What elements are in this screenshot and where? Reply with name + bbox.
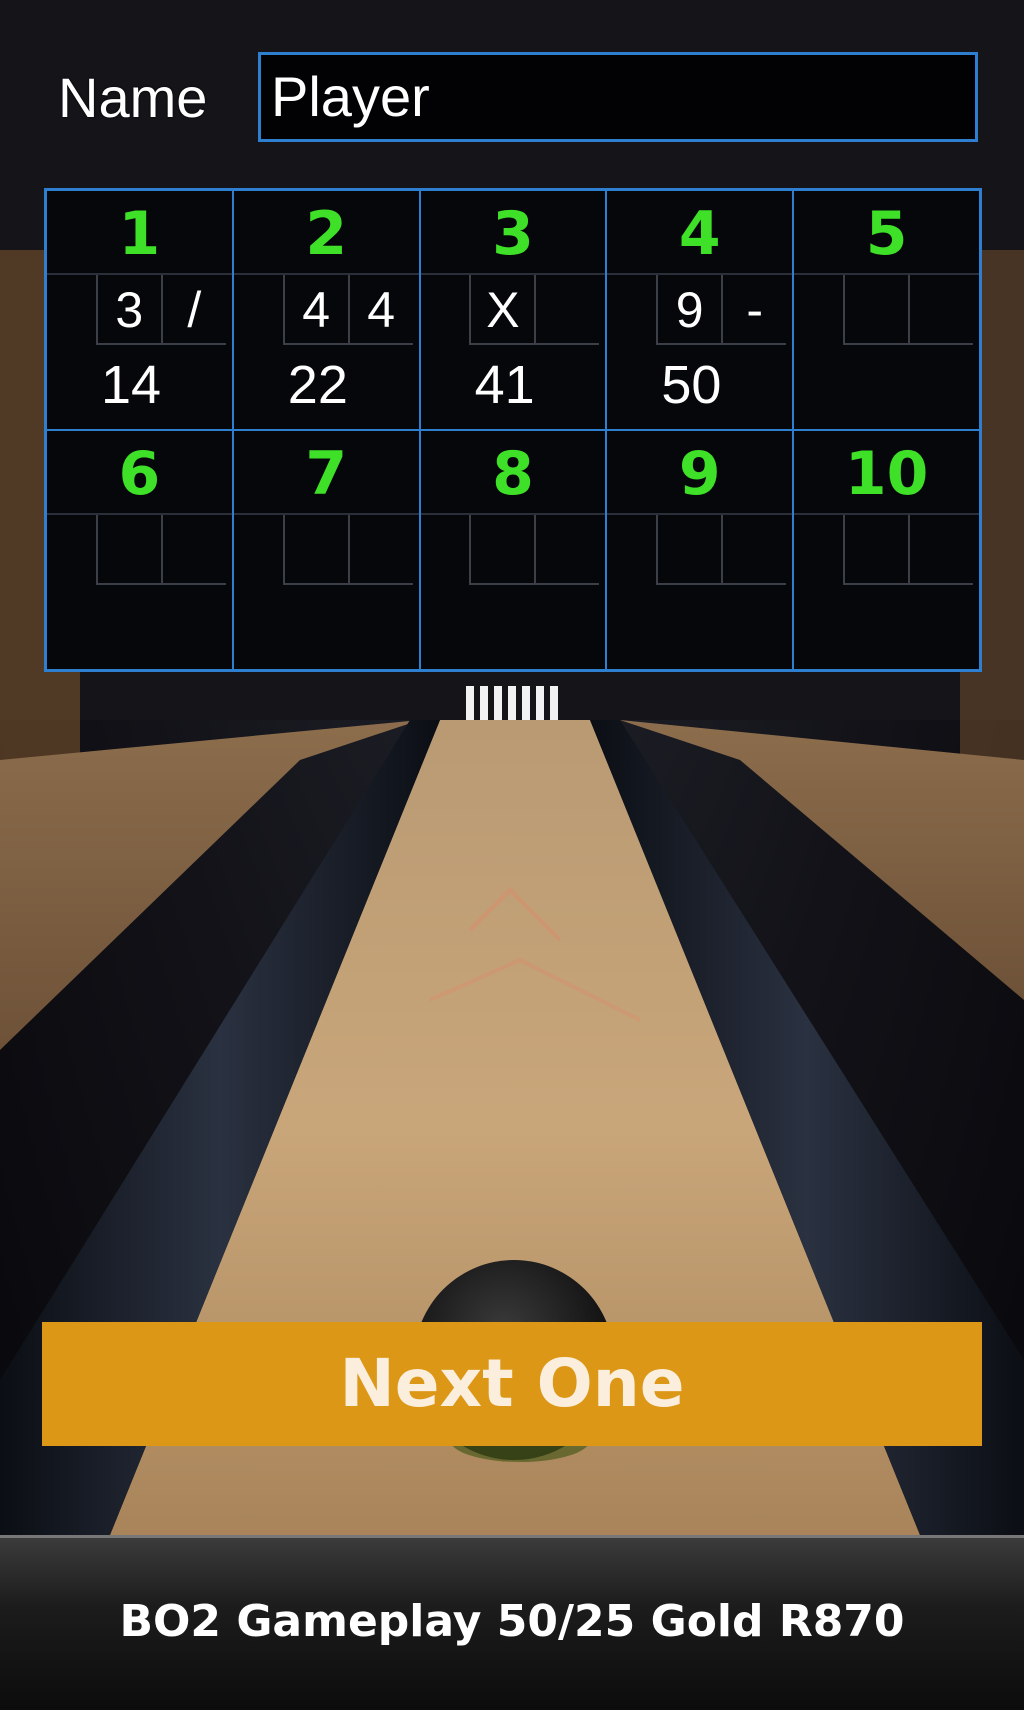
frame-number: 5 xyxy=(794,191,979,275)
scoreboard: 1 3/14 2 4 4 22 3 X 41 4 9-50 5 6 7 8 9 10 xyxy=(44,188,982,672)
player-name-field[interactable]: Player xyxy=(258,52,978,142)
roll-boxes: 44 xyxy=(282,275,413,345)
roll-boxes xyxy=(843,275,973,345)
frame-number: 10 xyxy=(794,431,979,515)
first-roll-box xyxy=(95,515,161,585)
frame-5: 5 xyxy=(793,190,980,430)
second-roll-box: / xyxy=(160,275,226,345)
second-roll-box xyxy=(721,515,787,585)
first-roll-box: X xyxy=(469,275,535,345)
second-roll-box xyxy=(534,515,600,585)
second-roll-box xyxy=(160,515,226,585)
first-roll-box: 4 xyxy=(282,275,348,345)
first-roll-box: 3 xyxy=(95,275,161,345)
frame-10: 10 xyxy=(793,430,980,670)
roll-boxes: 9- xyxy=(656,275,787,345)
frame-6: 6 xyxy=(46,430,233,670)
roll-boxes xyxy=(843,515,973,585)
roll-boxes: X xyxy=(469,275,600,345)
name-label: Name xyxy=(58,66,208,129)
bottom-bar[interactable]: BO2 Gameplay 50/25 Gold R870 xyxy=(0,1535,1024,1710)
frame-number: 1 xyxy=(47,191,232,275)
roll-boxes xyxy=(469,515,600,585)
frame-1: 1 3/14 xyxy=(46,190,233,430)
first-roll-box: 9 xyxy=(656,275,722,345)
frame-number: 9 xyxy=(607,431,793,515)
frame-7: 7 xyxy=(232,430,420,670)
frame-2: 2 4 4 22 xyxy=(232,190,420,430)
frame-number: 7 xyxy=(233,431,419,515)
second-roll-box xyxy=(347,515,413,585)
first-roll-box xyxy=(469,515,535,585)
frame-number: 8 xyxy=(420,431,606,515)
frame-number: 4 xyxy=(607,191,793,275)
frame-8: 8 xyxy=(419,430,607,670)
frame-number: 3 xyxy=(420,191,606,275)
frame-total: 22 xyxy=(287,355,348,415)
bottom-bar-text: BO2 Gameplay 50/25 Gold R870 xyxy=(119,1596,905,1647)
roll-boxes xyxy=(282,515,413,585)
frame-9: 9 xyxy=(606,430,794,670)
second-roll-box: - xyxy=(721,275,787,345)
frame-4: 4 9- 50 xyxy=(606,190,794,430)
roll-boxes xyxy=(95,515,226,585)
frame-number: 6 xyxy=(47,431,232,515)
second-roll-box xyxy=(908,275,973,345)
frame-total: 50 xyxy=(661,355,722,415)
frame-total: 14 xyxy=(101,355,162,415)
next-one-button[interactable]: Next One xyxy=(42,1322,982,1446)
roll-boxes: 3/ xyxy=(95,275,226,345)
first-roll-box xyxy=(656,515,722,585)
frame-total: 41 xyxy=(474,355,535,415)
first-roll-box xyxy=(282,515,348,585)
frame-number: 2 xyxy=(233,191,419,275)
first-roll-box xyxy=(843,515,908,585)
second-roll-box: 4 xyxy=(347,275,413,345)
second-roll-box xyxy=(908,515,973,585)
frame-3: 3 X 41 xyxy=(419,190,607,430)
roll-boxes xyxy=(656,515,787,585)
second-roll-box xyxy=(534,275,600,345)
first-roll-box xyxy=(843,275,908,345)
